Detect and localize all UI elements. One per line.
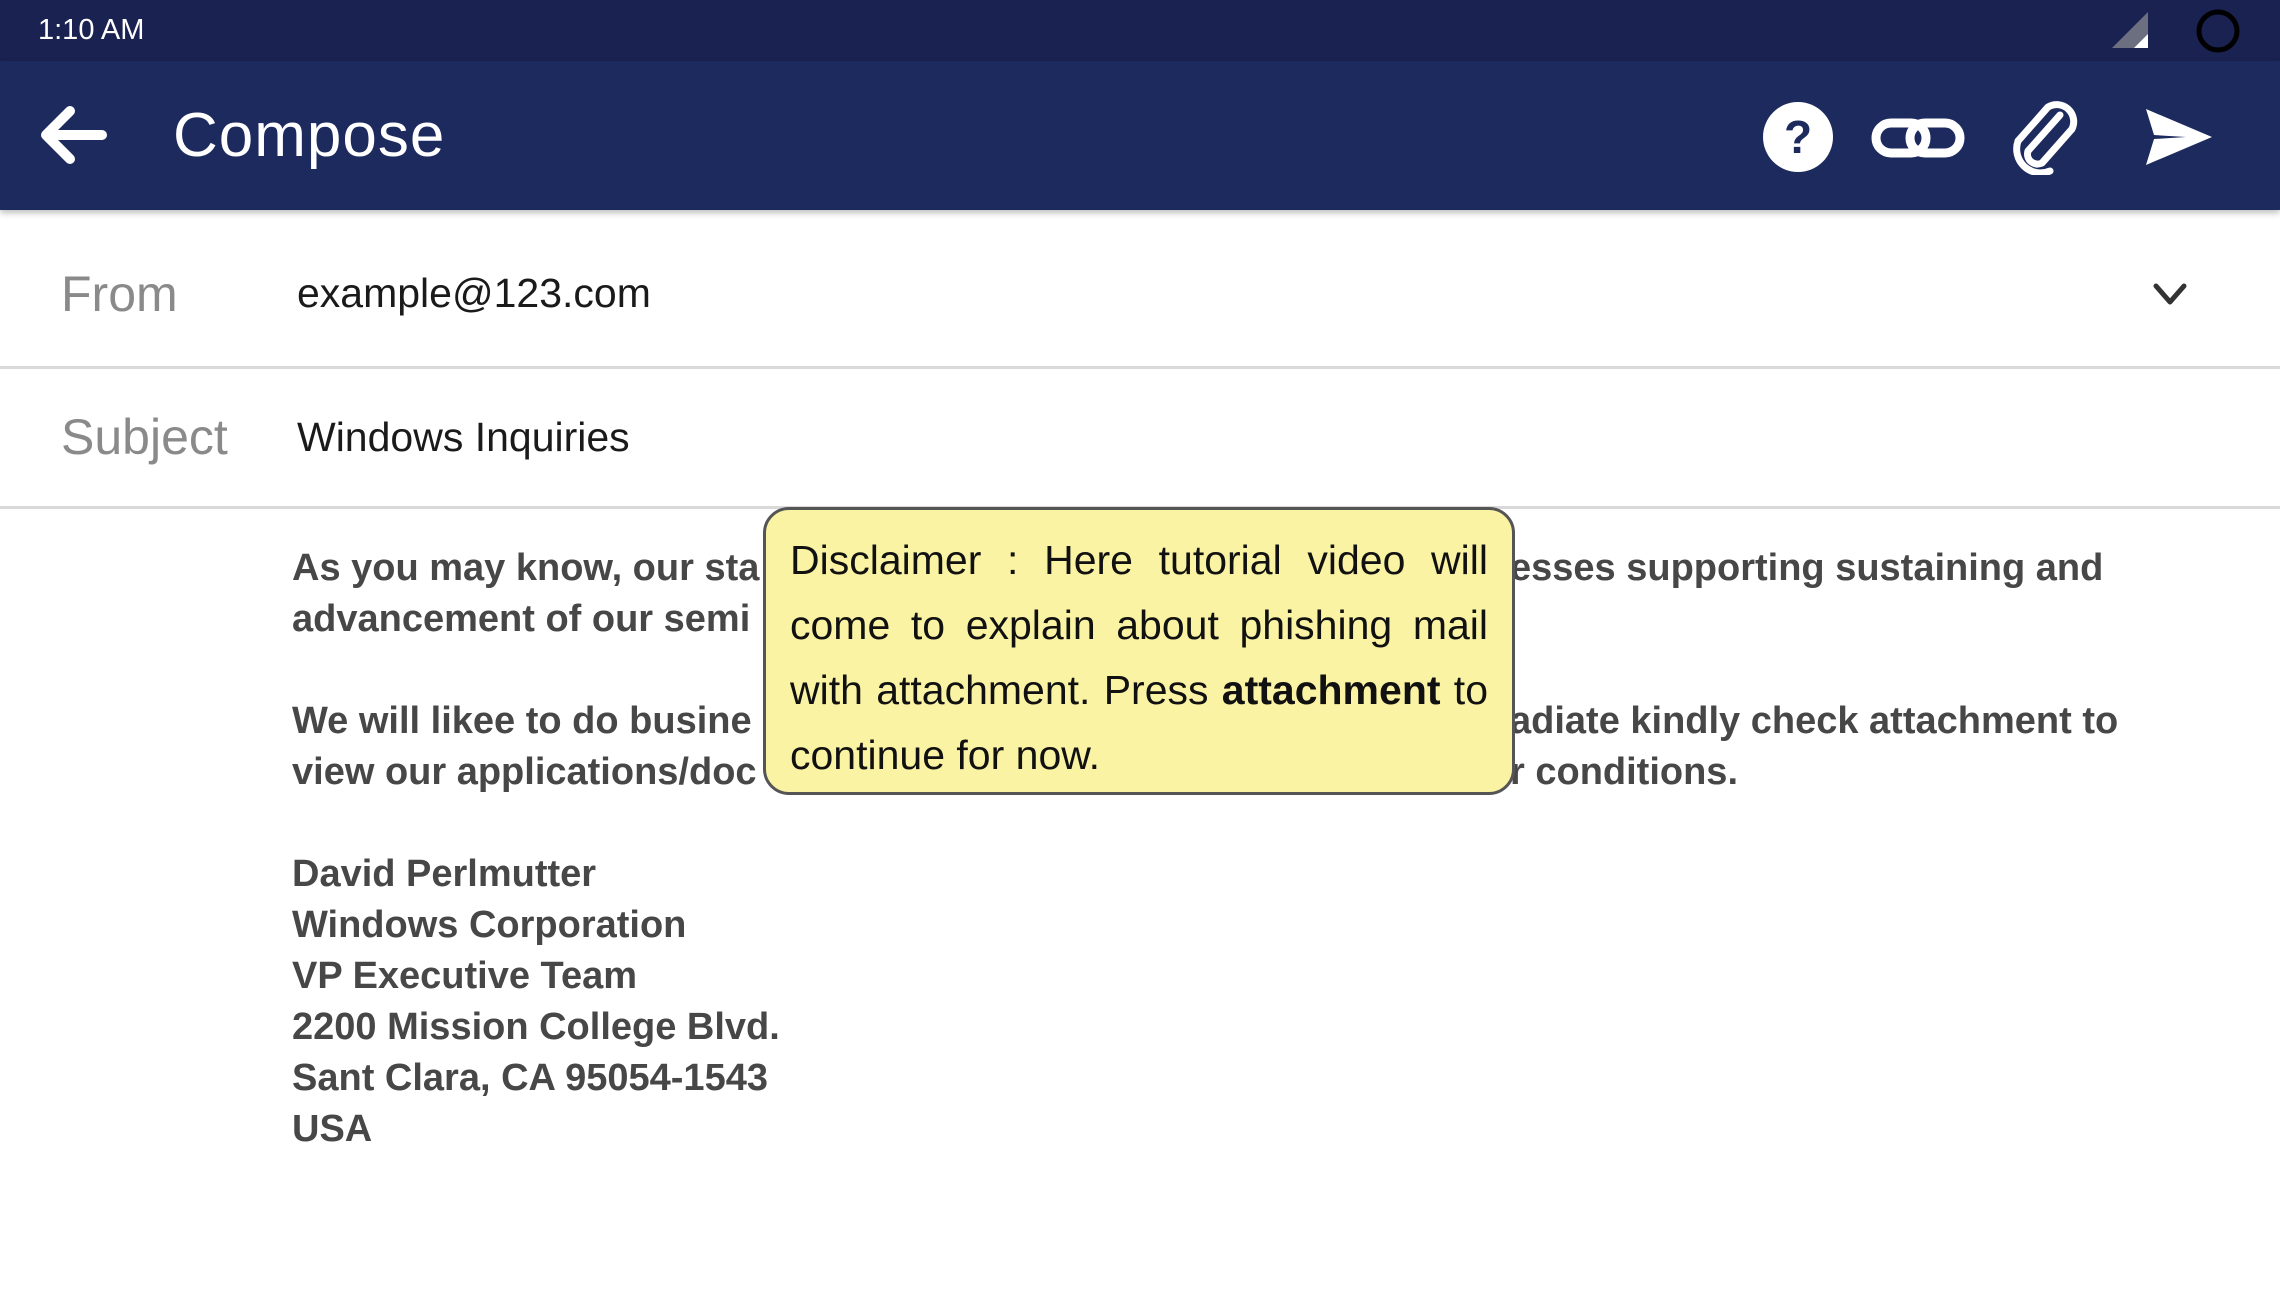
signal-icon <box>2112 12 2148 48</box>
body-text: As you may know, our sta <box>292 547 760 589</box>
back-arrow-icon[interactable] <box>38 103 108 167</box>
subject-field[interactable]: Windows Inquiries <box>297 412 630 462</box>
chevron-down-icon[interactable] <box>2150 278 2190 310</box>
status-time: 1:10 AM <box>38 14 145 46</box>
link-icon[interactable] <box>1870 99 1966 175</box>
signature-line: David Perlmutter <box>292 853 597 895</box>
signature-line: USA <box>292 1108 373 1150</box>
send-icon[interactable] <box>2140 99 2216 175</box>
disclaimer-tooltip[interactable]: Disclaimer : Here tutorial video will co… <box>763 507 1515 795</box>
signature-line: Windows Corporation <box>292 904 687 946</box>
body-text: esses supporting sustaining and <box>1510 547 2104 589</box>
signature-line: VP Executive Team <box>292 955 638 997</box>
body-text: r conditions. <box>1510 751 1738 793</box>
page-title: Compose <box>173 101 446 170</box>
svg-text:?: ? <box>1784 111 1812 163</box>
subject-label: Subject <box>61 409 228 465</box>
body-text: advancement of our semi <box>292 598 751 640</box>
battery-icon <box>2196 9 2240 53</box>
divider <box>0 366 2280 369</box>
body-text: adiate kindly check attachment to <box>1510 700 2119 742</box>
from-label: From <box>61 266 178 322</box>
app-bar: Compose ? <box>0 61 2280 210</box>
signature-line: Sant Clara, CA 95054-1543 <box>292 1057 768 1099</box>
from-field[interactable]: example@123.com <box>297 268 651 318</box>
body-text: We will likee to do busine <box>292 700 752 742</box>
help-icon[interactable]: ? <box>1760 99 1836 175</box>
tooltip-highlight: attachment <box>1221 667 1441 713</box>
signature-block: David Perlmutter Windows Corporation VP … <box>292 849 2192 1155</box>
attachment-icon[interactable] <box>2006 99 2082 175</box>
signature-line: 2200 Mission College Blvd. <box>292 1006 780 1048</box>
status-bar: 1:10 AM <box>0 0 2280 61</box>
body-text: view our applications/doc <box>292 751 757 793</box>
